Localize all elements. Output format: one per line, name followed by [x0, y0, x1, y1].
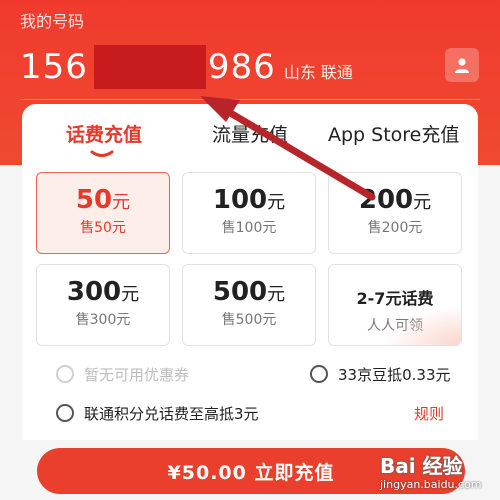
phone-prefix: 156 — [20, 47, 88, 87]
tab-active-indicator — [90, 150, 114, 157]
jd-beans-radio[interactable] — [310, 365, 328, 383]
phone-number-row: 156 986 山东 联通 — [20, 44, 353, 90]
tab-phone-recharge[interactable]: 话费充值 — [66, 120, 142, 147]
amount-value: 100元 — [212, 185, 286, 215]
sale-price: 售50元 — [80, 220, 126, 236]
contacts-button[interactable] — [445, 48, 479, 82]
amount-option-300[interactable]: 300元 售300元 — [36, 264, 170, 346]
coupon-label: 暂无可用优惠券 — [84, 366, 190, 384]
amount-option-100[interactable]: 100元 售100元 — [182, 172, 316, 254]
jd-beans-label: 33京豆抵0.33元 — [338, 366, 451, 384]
header-divider — [20, 99, 480, 100]
promo-decoration — [381, 305, 461, 345]
amount-value: 200元 — [358, 185, 432, 215]
carrier-label: 山东 联通 — [283, 63, 353, 82]
amount-option-50[interactable]: 50元 售50元 — [36, 172, 170, 254]
amount-value: 50元 — [75, 185, 131, 215]
sale-price: 售300元 — [75, 312, 131, 328]
amount-option-200[interactable]: 200元 售200元 — [328, 172, 462, 254]
phone-suffix: 986 — [207, 47, 276, 87]
baidu-jingyan-watermark: Bai 经验 jingyan.baidu.com — [380, 448, 498, 498]
promo-free-credit[interactable]: 2-7元话费 人人可领 — [328, 264, 462, 346]
amount-option-500[interactable]: 500元 售500元 — [182, 264, 316, 346]
points-radio[interactable] — [56, 404, 74, 422]
coupon-radio[interactable] — [56, 365, 74, 383]
amount-value: 300元 — [66, 277, 140, 307]
recharge-card: 话费充值 流量充值 App Store充值 50元 售50元 100元 售100… — [22, 104, 478, 440]
points-label: 联通积分兑话费至高抵3元 — [84, 405, 259, 423]
rules-link[interactable]: 规则 — [414, 403, 444, 424]
sale-price: 售100元 — [221, 220, 277, 236]
watermark-brand: Bai 经验 — [380, 454, 463, 478]
person-icon — [455, 58, 469, 73]
tab-appstore-recharge[interactable]: App Store充值 — [328, 120, 459, 147]
phone-redaction — [93, 45, 206, 89]
sale-price: 售200元 — [367, 220, 423, 236]
sale-price: 售500元 — [221, 312, 277, 328]
amount-value: 500元 — [212, 277, 286, 307]
tab-data-recharge[interactable]: 流量充值 — [212, 120, 288, 147]
my-number-label: 我的号码 — [20, 12, 85, 31]
watermark-url: jingyan.baidu.com — [380, 478, 482, 491]
